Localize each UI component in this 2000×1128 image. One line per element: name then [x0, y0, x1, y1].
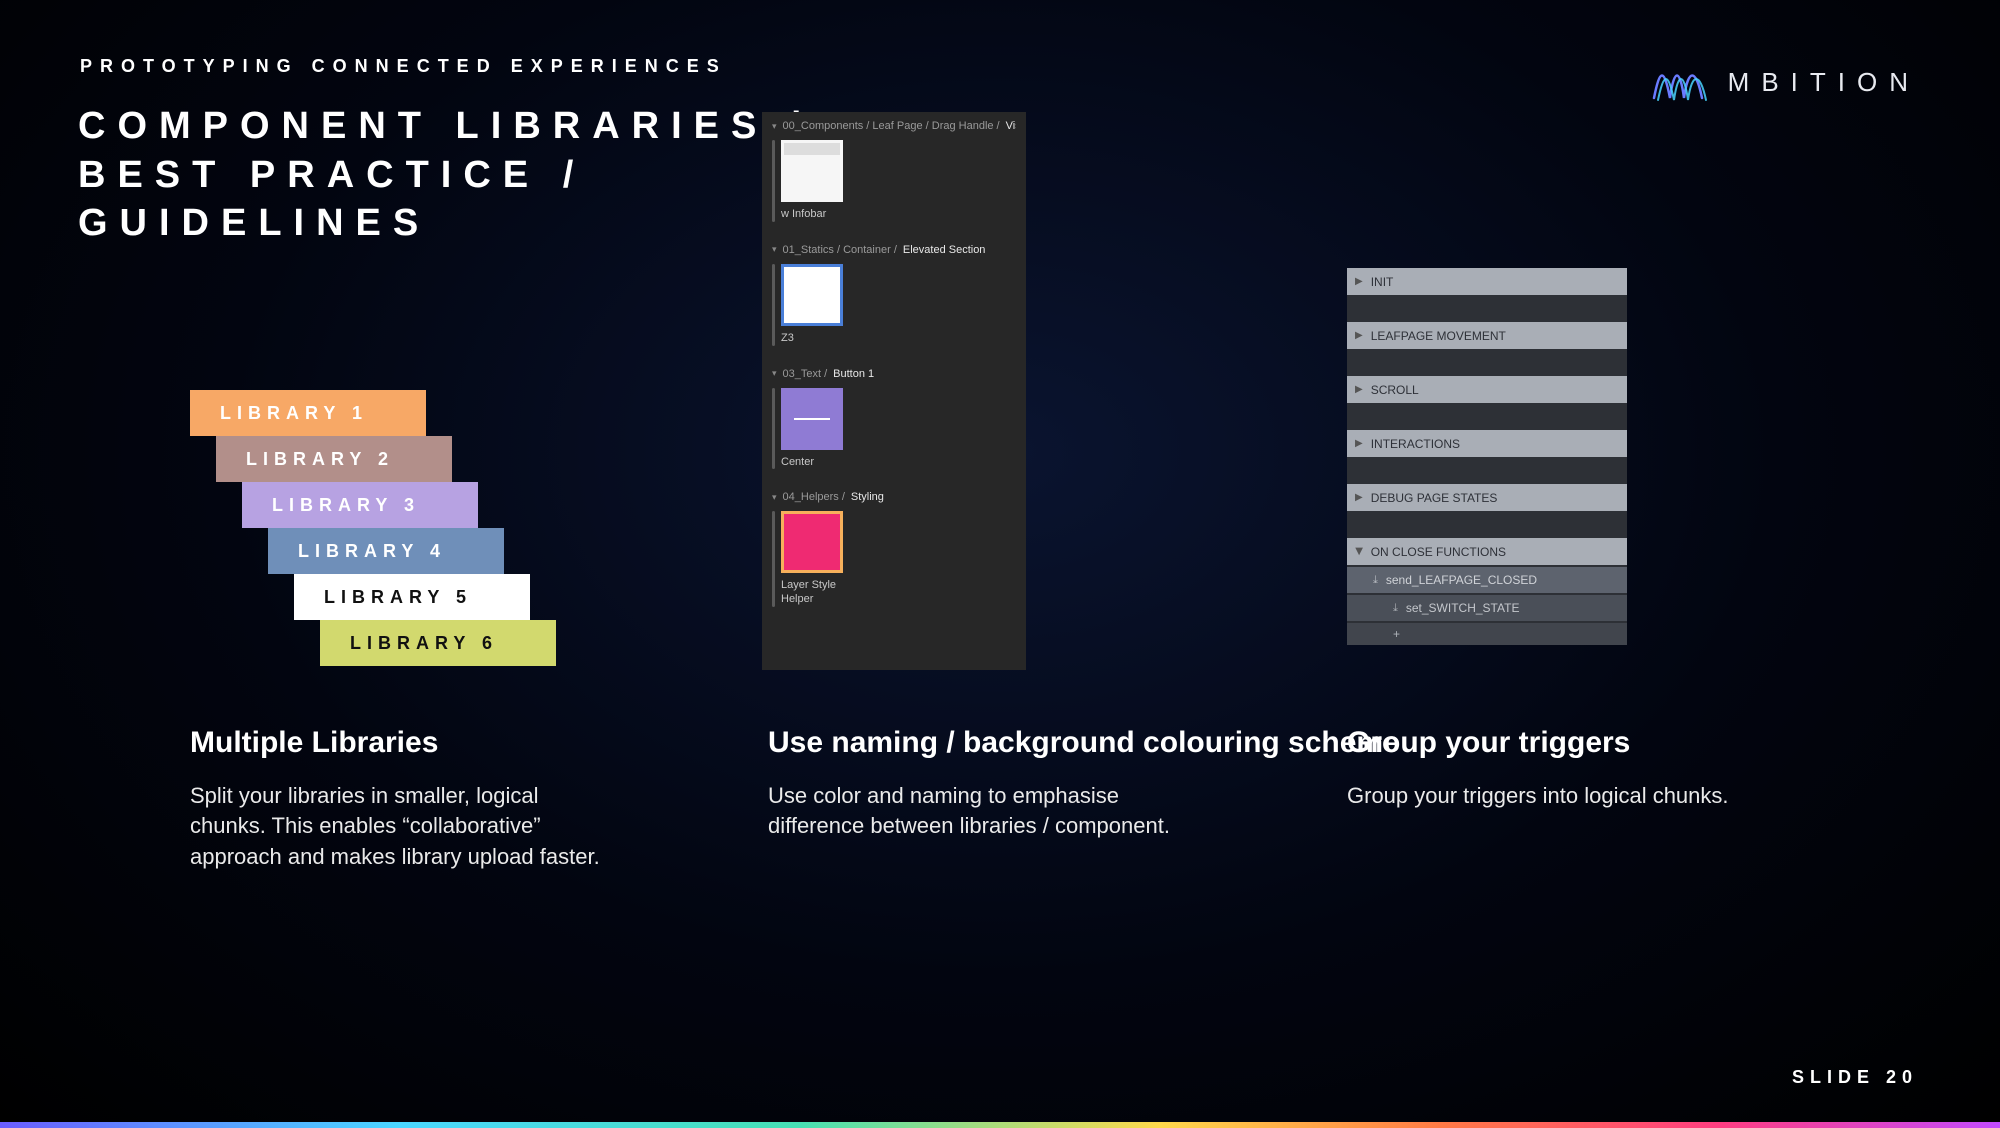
column-3-text: Group your triggers Group your triggers … [1347, 726, 1729, 811]
library-card-4: LIBRARY 4 [268, 528, 504, 574]
slide-eyebrow: PROTOTYPING CONNECTED EXPERIENCES [80, 56, 727, 77]
trigger-group-row: ▶SCROLL [1347, 376, 1627, 403]
column-2-text: Use naming / background colouring scheme… [768, 726, 1400, 842]
chevron-down-icon: ▾ [772, 492, 777, 503]
brand-name: MBITION [1728, 67, 1920, 98]
chevron-right-icon: ▶ [1355, 438, 1363, 449]
column-1-body: Split your libraries in smaller, logical… [190, 781, 620, 873]
slide-number: SLIDE 20 [1792, 1067, 1918, 1088]
library-card-6: LIBRARY 6 [320, 620, 556, 666]
library-card-label: LIBRARY 3 [272, 495, 420, 516]
thumbnail-button [781, 388, 843, 450]
library-card-3: LIBRARY 3 [242, 482, 478, 528]
library-card-2: LIBRARY 2 [216, 436, 452, 482]
column-1-text: Multiple Libraries Split your libraries … [190, 726, 620, 873]
thumbnail-caption: Layer Style Helper [781, 579, 843, 607]
action-icon: ⤓ [1373, 574, 1378, 587]
component-browser-panel: ▾ 00_Components / Leaf Page / Drag Handl… [762, 112, 1026, 670]
breadcrumb: ▾ 01_Statics / Container / Elevated Sect… [772, 244, 1016, 256]
trigger-group-row: ▶INTERACTIONS [1347, 430, 1627, 457]
column-1-heading: Multiple Libraries [190, 726, 620, 761]
trigger-add-row: + [1347, 623, 1627, 645]
column-2-body: Use color and naming to emphasise differ… [768, 781, 1198, 843]
library-card-label: LIBRARY 1 [220, 403, 368, 424]
chevron-down-icon: ▾ [772, 121, 777, 132]
logo-mark-icon [1652, 58, 1712, 106]
chevron-down-icon: ▶ [1353, 548, 1364, 556]
library-card-label: LIBRARY 4 [298, 541, 446, 562]
thumbnail-caption: Center [781, 456, 843, 470]
thumbnail-elevated-section [781, 264, 843, 326]
trigger-sub-row: ⤓send_LEAFPAGE_CLOSED [1347, 567, 1627, 593]
library-card-1: LIBRARY 1 [190, 390, 426, 436]
accent-bar [772, 388, 775, 470]
column-3-body: Group your triggers into logical chunks. [1347, 781, 1729, 812]
trigger-group-row: ▶DEBUG PAGE STATES [1347, 484, 1627, 511]
column-2-heading: Use naming / background colouring scheme [768, 726, 1400, 761]
component-group: ▾ 00_Components / Leaf Page / Drag Handl… [762, 112, 1026, 236]
component-group: ▾ 01_Statics / Container / Elevated Sect… [762, 236, 1026, 360]
footer-rainbow-bar [0, 1122, 2000, 1128]
chevron-right-icon: ▶ [1355, 276, 1363, 287]
accent-bar [772, 264, 775, 346]
component-group: ▾ 03_Text / Button 1 Center [762, 360, 1026, 484]
trigger-group-row: ▶LEAFPAGE MOVEMENT [1347, 322, 1627, 349]
library-card-5: LIBRARY 5 [294, 574, 530, 620]
slide-title: COMPONENT LIBRARIES | BEST PRACTICE / GU… [78, 102, 814, 248]
thumbnail-caption: Z3 [781, 332, 843, 346]
chevron-down-icon: ▾ [772, 244, 777, 255]
chevron-right-icon: ▶ [1355, 384, 1363, 395]
thumbnail-infobar [781, 140, 843, 202]
triggers-panel: ▶INIT ▶LEAFPAGE MOVEMENT ▶SCROLL ▶INTERA… [1347, 268, 1627, 645]
thumbnail-caption: w Infobar [781, 208, 843, 222]
library-card-label: LIBRARY 2 [246, 449, 394, 470]
thumbnail-layer-style [781, 511, 843, 573]
accent-bar [772, 140, 775, 222]
chevron-right-icon: ▶ [1355, 330, 1363, 341]
breadcrumb: ▾ 04_Helpers / Styling [772, 491, 1016, 503]
action-icon: ⤓ [1393, 602, 1398, 615]
accent-bar [772, 511, 775, 607]
trigger-group-row: ▶INIT [1347, 268, 1627, 295]
component-group: ▾ 04_Helpers / Styling Layer Style Helpe… [762, 483, 1026, 621]
library-card-label: LIBRARY 6 [350, 633, 498, 654]
chevron-down-icon: ▾ [772, 368, 777, 379]
trigger-sub-row: ⤓set_SWITCH_STATE [1347, 595, 1627, 621]
library-card-label: LIBRARY 5 [324, 587, 472, 608]
column-3-heading: Group your triggers [1347, 726, 1729, 761]
trigger-group-row-open: ▶ON CLOSE FUNCTIONS [1347, 538, 1627, 565]
breadcrumb: ▾ 03_Text / Button 1 [772, 368, 1016, 380]
breadcrumb: ▾ 00_Components / Leaf Page / Drag Handl… [772, 120, 1016, 132]
chevron-right-icon: ▶ [1355, 492, 1363, 503]
brand-logo: MBITION [1652, 58, 1920, 106]
